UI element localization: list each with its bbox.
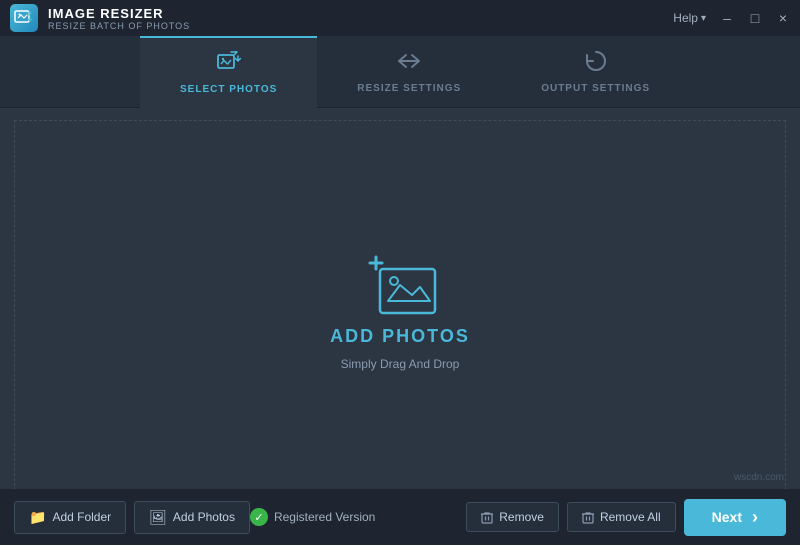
resize-settings-icon <box>397 50 421 78</box>
add-actions: 📁Add Folder🖼Add Photos <box>14 501 250 534</box>
remove-button[interactable]: Remove <box>466 502 559 532</box>
select-photos-icon <box>217 51 241 79</box>
registered-section: ✓ Registered Version <box>250 508 466 526</box>
registered-text: Registered Version <box>274 510 375 524</box>
add-folder-button[interactable]: 📁Add Folder <box>14 501 126 534</box>
app-subtitle: RESIZE BATCH OF PHOTOS <box>48 21 190 31</box>
drop-zone: ADD PHOTOS Simply Drag And Drop <box>330 251 470 371</box>
add-photos-button[interactable]: 🖼Add Photos <box>134 501 250 534</box>
close-button[interactable]: × <box>776 11 790 25</box>
minimize-button[interactable]: – <box>720 11 734 25</box>
tab-select-photos-label: SELECT PHOTOS <box>180 84 277 95</box>
bottom-bar: 📁Add Folder🖼Add Photos✓ Registered Versio… <box>0 489 800 545</box>
app-title-group: IMAGE RESIZER RESIZE BATCH OF PHOTOS <box>48 6 190 31</box>
window-controls: Help ▾ – □ × <box>673 11 790 25</box>
app-icon <box>10 4 38 32</box>
check-icon: ✓ <box>250 508 268 526</box>
title-bar: IMAGE RESIZER RESIZE BATCH OF PHOTOS Hel… <box>0 0 800 36</box>
tab-output-settings-label: OUTPUT SETTINGS <box>541 83 650 94</box>
tab-resize-settings[interactable]: RESIZE SETTINGS <box>317 36 501 107</box>
next-button[interactable]: Next› <box>684 499 786 536</box>
tabs-bar: SELECT PHOTOS RESIZE SETTINGS OUTPUT SET… <box>0 36 800 108</box>
help-button[interactable]: Help ▾ <box>673 11 706 25</box>
app-title: IMAGE RESIZER <box>48 6 190 21</box>
tab-select-photos[interactable]: SELECT PHOTOS <box>140 36 317 107</box>
add-photos-icon <box>360 251 440 316</box>
add-photos-sublabel: Simply Drag And Drop <box>341 357 460 371</box>
tab-resize-settings-label: RESIZE SETTINGS <box>357 83 461 94</box>
left-section: 📁Add Folder🖼Add Photos <box>14 501 250 534</box>
watermark: wscdn.com <box>734 472 784 483</box>
right-actions: Remove Remove All Next› <box>466 499 786 536</box>
tab-output-settings[interactable]: OUTPUT SETTINGS <box>501 36 690 107</box>
maximize-button[interactable]: □ <box>748 11 762 25</box>
app-branding: IMAGE RESIZER RESIZE BATCH OF PHOTOS <box>10 4 190 32</box>
remove-all-button[interactable]: Remove All <box>567 502 676 532</box>
add-photos-label: ADD PHOTOS <box>330 326 470 347</box>
drop-zone-area[interactable]: ADD PHOTOS Simply Drag And Drop <box>14 120 786 501</box>
output-settings-icon <box>584 50 608 78</box>
